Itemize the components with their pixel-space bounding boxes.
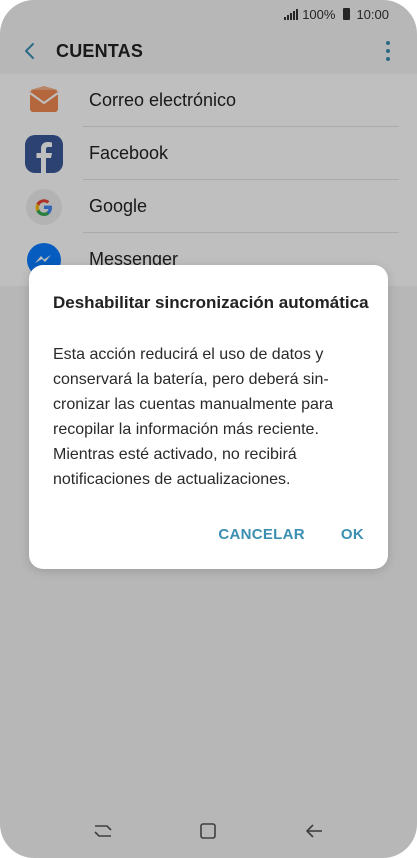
cancel-button[interactable]: CANCELAR [218,526,305,543]
phone-screen: 100% 10:00 CUENTAS Correo electrónico Fa… [0,0,417,858]
ok-button[interactable]: OK [341,526,364,543]
dialog-title: Deshabilitar sincronización automática [53,293,369,312]
dialog-message: Esta acción reducirá el uso de datos y c… [53,346,334,488]
dialog-actions: CANCELAR OK [218,526,364,543]
sync-dialog: Deshabilitar sincronización automática E… [29,265,388,569]
